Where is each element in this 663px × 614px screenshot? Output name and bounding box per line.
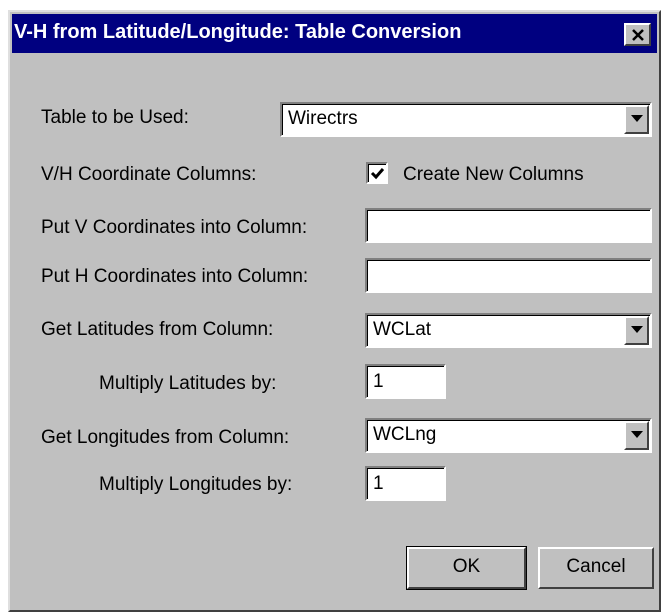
ok-button[interactable]: OK [406, 546, 527, 590]
create-new-columns-checkbox[interactable] [366, 162, 388, 184]
lat-dropdown-button[interactable] [624, 316, 649, 345]
lng-multiplier-label: Multiply Longitudes by: [99, 474, 293, 495]
table-label: Table to be Used: [41, 107, 189, 128]
table-select[interactable]: Wirectrs [280, 102, 652, 137]
chevron-down-icon [631, 115, 643, 122]
chevron-down-icon [631, 326, 643, 333]
lng-column-select[interactable]: WCLng [365, 418, 652, 453]
close-icon [632, 29, 644, 41]
lat-column-label: Get Latitudes from Column: [41, 319, 274, 340]
h-column-input[interactable] [365, 258, 652, 293]
lng-column-label: Get Longitudes from Column: [41, 427, 290, 448]
table-dropdown-button[interactable] [624, 105, 649, 134]
vh-columns-label: V/H Coordinate Columns: [41, 164, 257, 185]
title-bar[interactable]: V-H from Latitude/Longitude: Table Conve… [12, 14, 657, 53]
checkmark-icon [370, 168, 385, 180]
cancel-button[interactable]: Cancel [538, 547, 654, 589]
lat-column-value: WCLat [373, 319, 432, 340]
lng-multiplier-input[interactable] [365, 466, 446, 501]
lng-dropdown-button[interactable] [624, 421, 649, 450]
lng-column-value: WCLng [373, 424, 437, 445]
h-column-label: Put H Coordinates into Column: [41, 266, 309, 287]
lat-multiplier-input[interactable] [365, 364, 446, 399]
lat-column-select[interactable]: WCLat [365, 313, 652, 348]
dialog-title: V-H from Latitude/Longitude: Table Conve… [14, 21, 462, 43]
conversion-dialog: V-H from Latitude/Longitude: Table Conve… [8, 10, 661, 612]
create-new-columns-label[interactable]: Create New Columns [403, 164, 584, 186]
chevron-down-icon [631, 431, 643, 438]
lat-multiplier-label: Multiply Latitudes by: [99, 373, 277, 394]
table-select-value: Wirectrs [288, 108, 358, 129]
v-column-input[interactable] [365, 208, 652, 243]
close-button[interactable] [624, 23, 651, 46]
v-column-label: Put V Coordinates into Column: [41, 217, 308, 238]
